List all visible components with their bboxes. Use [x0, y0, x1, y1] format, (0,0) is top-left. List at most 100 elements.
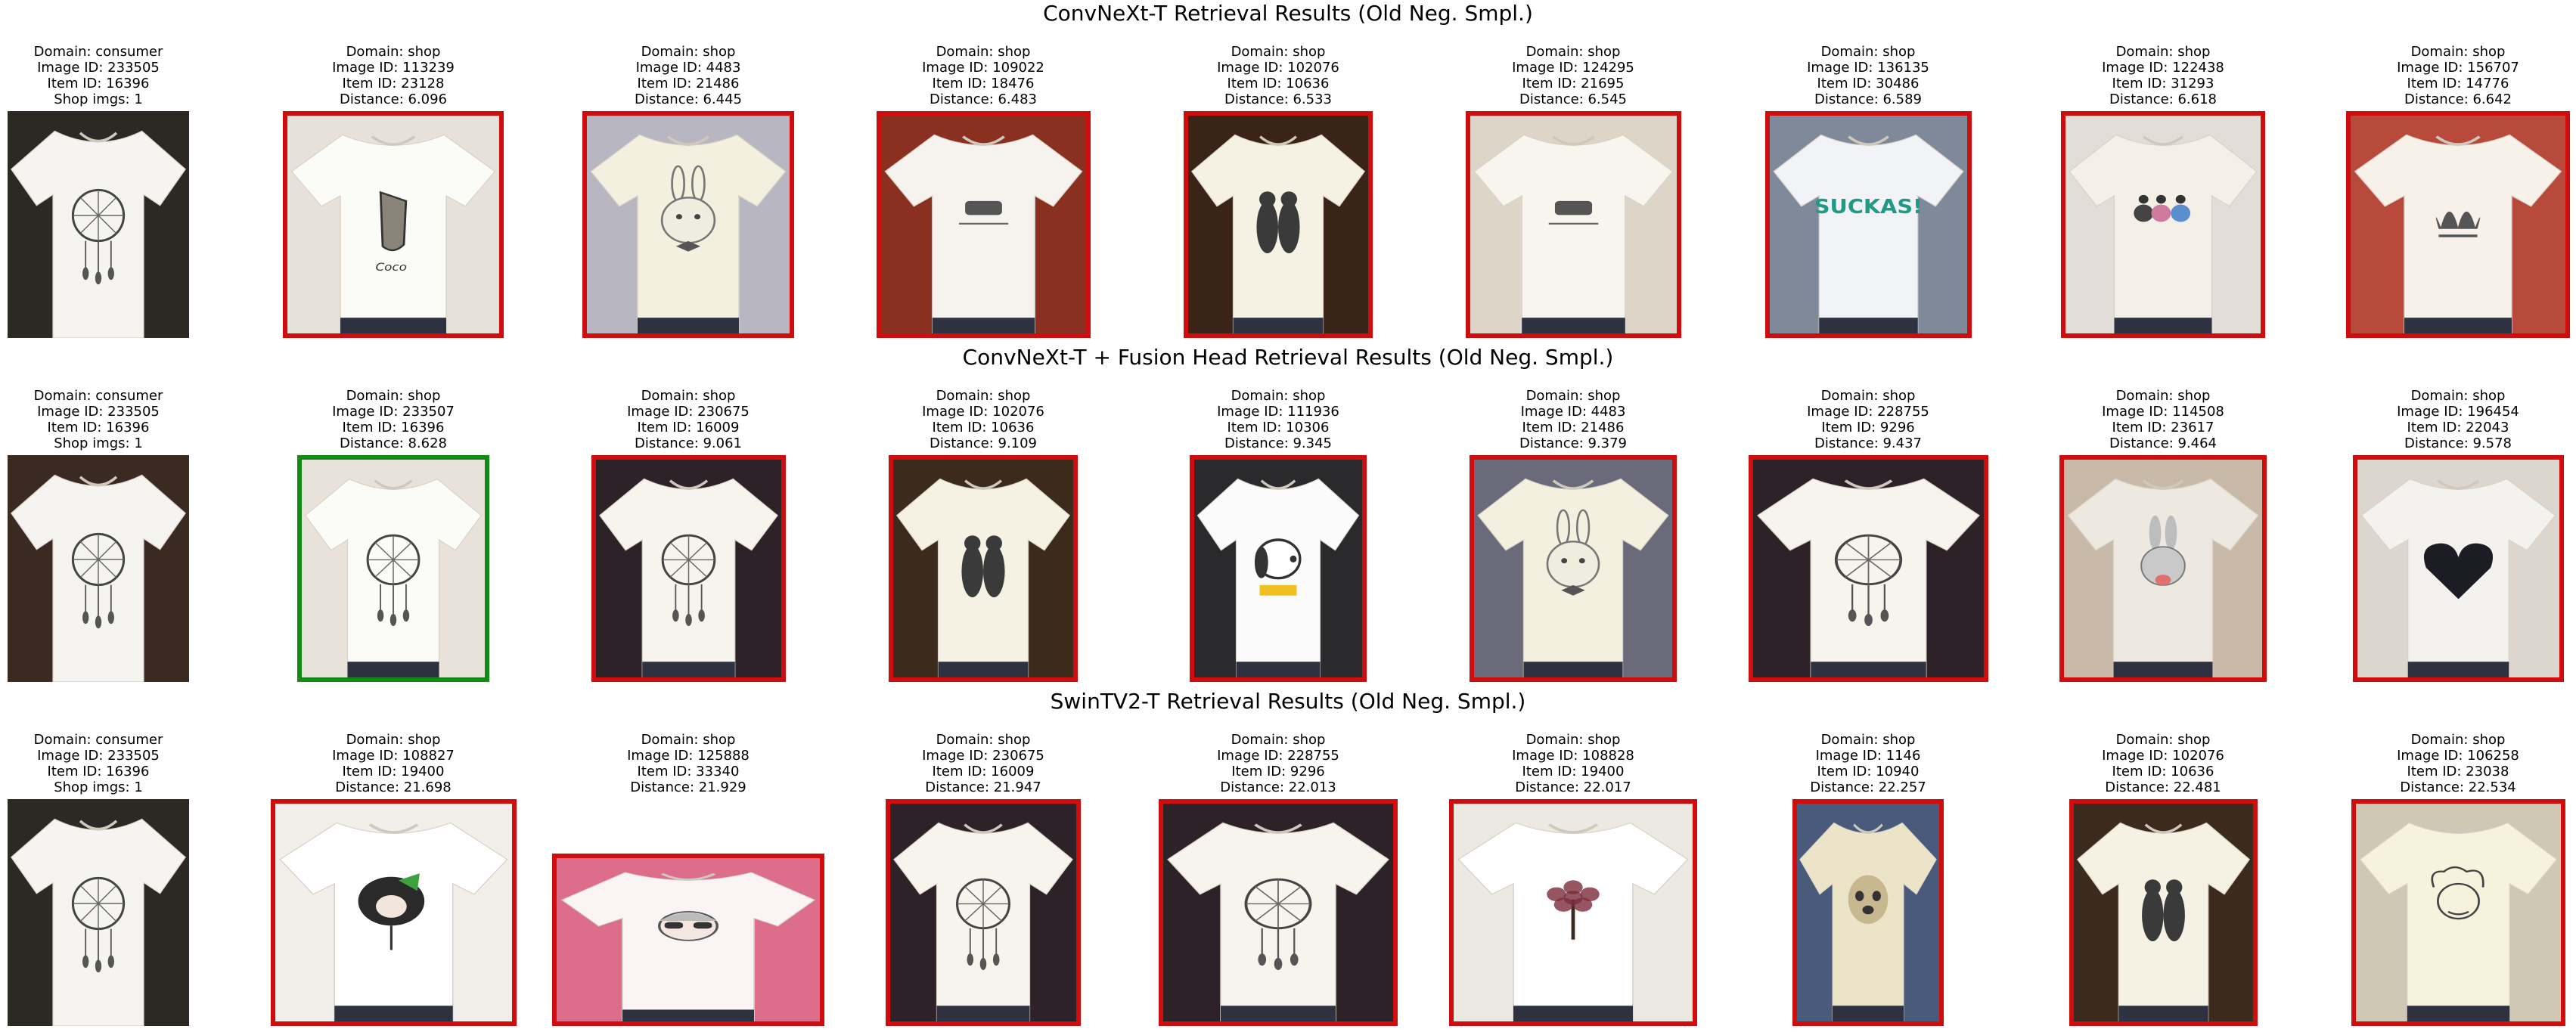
retrieval-results-figure: ConvNeXt-T Retrieval Results (Old Neg. S… — [0, 0, 2576, 1032]
image-id-label: Image ID: 4483 — [635, 60, 741, 76]
photo — [893, 460, 1073, 677]
distance-label: Distance: 9.345 — [1224, 435, 1333, 451]
domain-label: Domain: consumer — [33, 44, 163, 60]
incorrect-match-image — [1449, 799, 1697, 1026]
result-cell: Domain: shop Image ID: 1146 Item ID: 10940… — [1792, 727, 1944, 1030]
jeans — [1236, 662, 1321, 677]
query-caption: Domain: consumer Image ID: 233505 Item ID:… — [0, 44, 234, 107]
cartoon-figure — [2171, 204, 2191, 222]
distance-label: Distance: 9.437 — [1814, 435, 1923, 451]
distance-label: Distance: 6.533 — [1224, 91, 1333, 107]
jeans — [1833, 1006, 1904, 1021]
shop-imgs-label: Shop imgs: 1 — [54, 435, 143, 451]
result-caption: Domain: shop Image ID: 230675 Item ID: 160… — [840, 732, 1126, 795]
cats-print — [2141, 888, 2163, 942]
distance-label: Distance: 8.628 — [339, 435, 448, 451]
photo — [890, 804, 1076, 1021]
shirt-print-group — [657, 910, 719, 941]
result-caption: Domain: shop Image ID: 114508 Item ID: 236… — [2014, 388, 2312, 451]
result-caption: Domain: shop Image ID: 1146 Item ID: 10940… — [1747, 732, 1989, 795]
photo — [2351, 116, 2565, 333]
domain-label: Domain: shop — [2115, 732, 2211, 748]
svg-text:Coco: Coco — [375, 261, 407, 273]
jeans — [2404, 318, 2512, 333]
item-id-label: Item ID: 10636 — [2112, 764, 2214, 779]
result-cell: Domain: shop Image ID: 228755 Item ID: 929… — [1748, 383, 1988, 686]
query-caption: Domain: consumer Image ID: 233505 Item ID:… — [0, 388, 234, 451]
result-cell: Domain: shop Image ID: 108827 Item ID: 194… — [270, 727, 517, 1030]
photo — [2355, 804, 2561, 1021]
incorrect-match-image — [2059, 455, 2267, 682]
retrieval-row: SwinTV2-T Retrieval Results (Old Neg. Sm… — [0, 688, 2576, 1032]
result-caption: Domain: shop Image ID: 125888 Item ID: 333… — [507, 732, 870, 795]
image-id-label: Image ID: 228755 — [1807, 404, 1929, 420]
jeans — [641, 662, 735, 677]
query-image — [8, 455, 189, 682]
photo — [587, 116, 790, 333]
item-id-label: Item ID: 33340 — [637, 764, 740, 779]
incorrect-match-image — [552, 854, 824, 1026]
item-id-label: Item ID: 10636 — [932, 420, 1035, 435]
jeans — [1233, 318, 1324, 333]
image-id-label: Image ID: 233505 — [37, 748, 160, 764]
small-print — [1554, 200, 1592, 215]
incorrect-match-image — [1465, 111, 1681, 338]
retrieval-row: ConvNeXt-T + Fusion Head Retrieval Resul… — [0, 344, 2576, 688]
item-id-label: Item ID: 10306 — [1227, 420, 1330, 435]
distance-label: Distance: 9.578 — [2404, 435, 2512, 451]
image-id-label: Image ID: 102076 — [1217, 60, 1339, 76]
incorrect-match-image — [1190, 455, 1367, 682]
shirt-print-group: SUCKAS! — [1814, 197, 1922, 218]
retrieval-row: ConvNeXt-T Retrieval Results (Old Neg. S… — [0, 0, 2576, 344]
distance-label: Distance: 6.545 — [1519, 91, 1628, 107]
result-cell: Domain: shop Image ID: 230675 Item ID: 160… — [886, 727, 1081, 1030]
jeans — [932, 318, 1035, 333]
incorrect-match-image — [2351, 799, 2565, 1026]
sucks-print: SUCKAS! — [1814, 197, 1922, 218]
jeans — [1513, 1006, 1633, 1021]
distance-label: Distance: 9.061 — [634, 435, 743, 451]
query-image — [8, 111, 189, 338]
row-title: ConvNeXt-T + Fusion Head Retrieval Resul… — [962, 345, 1614, 370]
image-id-label: Image ID: 4483 — [1520, 404, 1626, 420]
distance-label: Distance: 22.481 — [2105, 779, 2221, 795]
result-caption: Domain: shop Image ID: 113239 Item ID: 231… — [237, 44, 549, 107]
incorrect-match-image — [2069, 799, 2258, 1026]
domain-label: Domain: shop — [936, 388, 1031, 404]
jeans — [1521, 318, 1625, 333]
image-id-label: Image ID: 108828 — [1512, 748, 1634, 764]
domain-label: Domain: shop — [346, 388, 441, 404]
domain-label: Domain: shop — [1525, 44, 1621, 60]
cartoon-print — [2134, 204, 2154, 222]
item-id-label: Item ID: 19400 — [1522, 764, 1625, 779]
item-id-label: Item ID: 16009 — [637, 420, 740, 435]
item-id-label: Item ID: 10636 — [1227, 76, 1330, 91]
query-cell: Domain: consumer Image ID: 233505 Item ID:… — [8, 39, 189, 342]
item-id-label: Item ID: 16396 — [47, 764, 150, 779]
incorrect-match-image — [886, 799, 1081, 1026]
domain-label: Domain: shop — [936, 732, 1031, 748]
incorrect-match-image — [2352, 455, 2564, 682]
domain-label: Domain: shop — [2410, 388, 2506, 404]
jeans — [2407, 662, 2509, 677]
distance-label: Distance: 6.445 — [634, 91, 743, 107]
result-cell: Domain: shop Image ID: 114508 Item ID: 236… — [2059, 383, 2267, 686]
item-id-label: Item ID: 16396 — [47, 420, 150, 435]
distance-label: Distance: 21.929 — [630, 779, 746, 795]
result-caption: Domain: shop Image ID: 122438 Item ID: 312… — [2016, 44, 2311, 107]
photo — [1188, 116, 1368, 333]
incorrect-match-image: SUCKAS! — [1764, 111, 1972, 338]
image-id-label: Image ID: 111936 — [1217, 404, 1339, 420]
result-cell: Domain: shop Image ID: 196454 Item ID: 220… — [2352, 383, 2564, 686]
photo — [2064, 460, 2262, 677]
result-caption: Domain: shop Image ID: 228755 Item ID: 929… — [1113, 732, 1443, 795]
image-id-label: Image ID: 113239 — [332, 60, 455, 76]
result-caption: Domain: shop Image ID: 106258 Item ID: 230… — [2306, 732, 2576, 795]
distance-label: Distance: 6.618 — [2109, 91, 2218, 107]
result-caption: Domain: shop Image ID: 124295 Item ID: 216… — [1420, 44, 1727, 107]
result-caption: Domain: shop Image ID: 102076 Item ID: 106… — [843, 388, 1123, 451]
incorrect-match-image — [1184, 111, 1373, 338]
domain-label: Domain: shop — [2115, 44, 2211, 60]
query-image — [8, 799, 189, 1026]
domain-label: Domain: shop — [1820, 44, 1916, 60]
